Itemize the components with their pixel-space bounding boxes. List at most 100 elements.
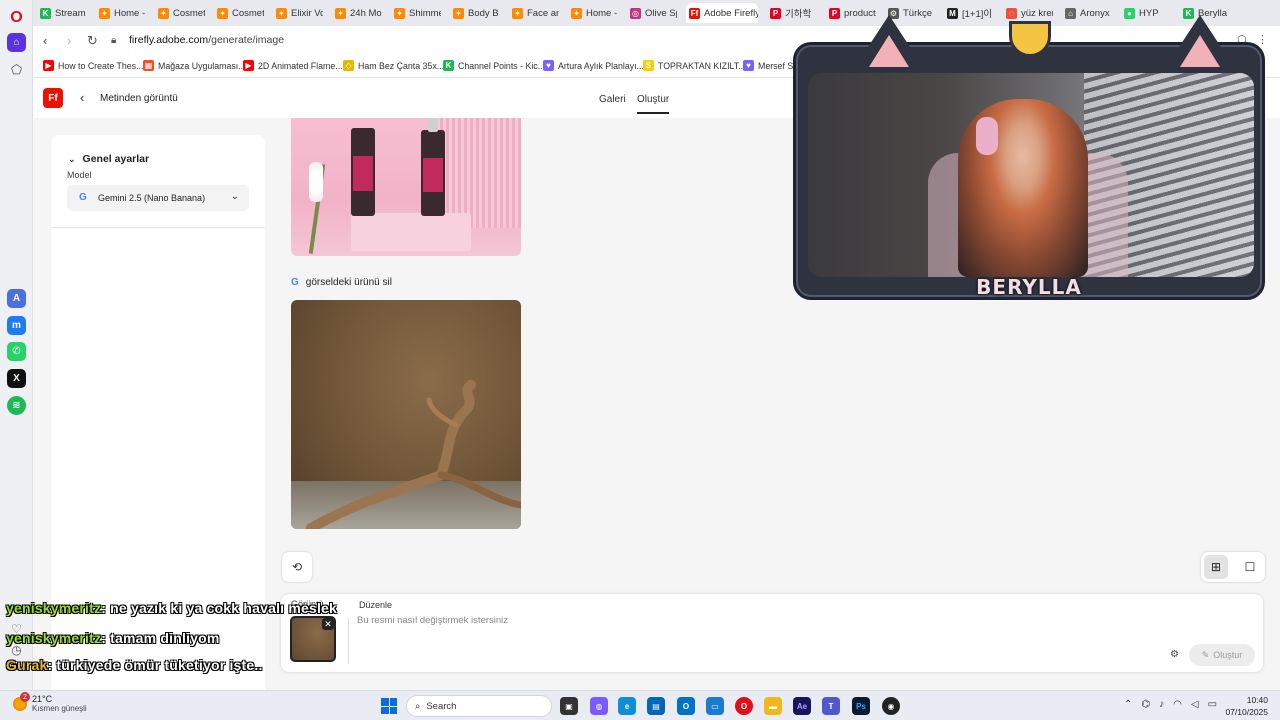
obs-icon[interactable]: ◉ <box>882 697 900 715</box>
close-icon[interactable]: ✕ <box>322 618 334 630</box>
photoshop-icon[interactable]: Ps <box>852 697 870 715</box>
page-title[interactable]: Metinden görüntü <box>100 93 178 104</box>
tab-strip: K Stream ✦ Home - ✦ Cosmet ✦ Cosmeti ✦ Elixir Vo ✦… <box>33 0 1280 26</box>
tab-label: Cosmet <box>173 7 205 19</box>
tab-favicon-icon: ◌ <box>1006 7 1017 19</box>
remote-desktop-icon[interactable]: ▭ <box>706 697 724 715</box>
menu-icon[interactable]: ⋮ <box>1257 33 1268 46</box>
browser-tab[interactable]: ⌂ Aronyx <box>1062 3 1112 23</box>
browser-tab[interactable]: ✦ Home - <box>96 3 146 23</box>
prompt-input[interactable] <box>357 611 957 629</box>
bookmark-favicon-icon: ▶ <box>43 60 54 71</box>
browser-tab[interactable]: ✦ Elixir Vo <box>273 3 323 23</box>
battery-icon[interactable]: ▭ <box>1208 699 1217 710</box>
browser-tab[interactable]: K Stream <box>37 3 87 23</box>
prompt-text: görseldeki ürünü sil <box>305 277 392 288</box>
generated-image-driftwood[interactable] <box>291 300 521 529</box>
whatsapp-icon[interactable]: ✆ <box>7 342 26 361</box>
tab-favicon-icon: ✦ <box>158 7 169 19</box>
x-icon[interactable]: X <box>7 369 26 388</box>
teams-icon[interactable]: T <box>822 697 840 715</box>
model-select[interactable]: G Gemini 2.5 (Nano Banana) ⌄ <box>67 185 249 211</box>
tab-favicon-icon: Ff <box>689 7 700 19</box>
edge-icon[interactable]: e <box>618 697 636 715</box>
url-field[interactable]: firefly.adobe.com/generate/image <box>129 34 284 46</box>
settings-icon[interactable]: ⚙ <box>1170 649 1179 660</box>
after-effects-icon[interactable]: Ae <box>793 697 811 715</box>
chat-username: yeniskymeritz <box>6 600 102 616</box>
bookmark-item[interactable]: ◇ Ham Bez Çanta 35x... <box>343 60 444 71</box>
browser-tab[interactable]: M [1+1]이 <box>944 3 994 23</box>
browser-tab[interactable]: Ff Adobe Firefly <box>686 3 758 23</box>
browser-tab[interactable]: ◌ yüz krem <box>1003 3 1053 23</box>
browser-tab[interactable]: ✦ 24h Mo <box>332 3 382 23</box>
messenger-icon[interactable]: m <box>7 316 26 335</box>
bookmark-item[interactable]: ▦ Mağaza Uygulaması... <box>143 60 246 71</box>
start-button[interactable] <box>381 698 397 714</box>
generated-image-product[interactable] <box>291 118 521 256</box>
chat-username: Gurak <box>6 657 48 673</box>
bookmark-item[interactable]: ▶ 2D Animated Flame... <box>243 60 343 71</box>
volume-icon[interactable]: ◁ <box>1191 699 1199 710</box>
copilot-icon[interactable]: ◍ <box>590 697 608 715</box>
opera-logo-icon[interactable]: O <box>7 8 26 27</box>
tab-favicon-icon: ✦ <box>453 7 464 19</box>
network-icon[interactable]: ⌬ <box>1141 699 1150 710</box>
wifi-icon[interactable]: ◠ <box>1173 699 1182 710</box>
single-view-button[interactable]: ☐ <box>1238 555 1262 579</box>
general-settings-toggle[interactable]: ⌄ Genel ayarlar <box>68 153 149 165</box>
browser-tab[interactable]: ✦ Face anc <box>509 3 559 23</box>
back-icon[interactable]: ‹ <box>43 33 47 48</box>
webcam-video <box>808 73 1254 277</box>
outlook-icon[interactable]: O <box>677 697 695 715</box>
opera-icon[interactable]: O <box>735 697 753 715</box>
tab-favicon-icon: ✦ <box>217 7 228 19</box>
tab-favicon-icon: ✦ <box>99 7 110 19</box>
chat-text: : tamam dinliyom <box>101 630 220 646</box>
chevron-up-icon[interactable]: ⌃ <box>1124 699 1132 710</box>
browser-tab[interactable]: ◎ Olive Sp <box>627 3 677 23</box>
tab-label: 24h Mo <box>350 7 382 19</box>
chevron-down-icon: ⌄ <box>68 153 76 164</box>
generate-button[interactable]: ✎ Oluştur <box>1189 644 1255 666</box>
browser-tab[interactable]: ✦ Shimme <box>391 3 441 23</box>
bookmark-item[interactable]: K Channel Points - Kic... <box>443 60 545 71</box>
tab-label: Shimme <box>409 7 441 19</box>
bookmark-favicon-icon: ▶ <box>243 60 254 71</box>
firefly-logo-icon[interactable]: Ff <box>43 88 63 108</box>
divider <box>348 618 349 664</box>
google-icon: G <box>79 192 87 203</box>
square-icon: ☐ <box>1244 560 1256 574</box>
browser-tab[interactable]: ✦ Home - <box>568 3 618 23</box>
aria-icon[interactable]: A <box>7 289 26 308</box>
spotify-icon[interactable]: ≋ <box>7 396 26 415</box>
forward-icon[interactable]: › <box>67 33 71 48</box>
store-icon[interactable]: ▤ <box>647 697 665 715</box>
microphone-icon[interactable]: ♪ <box>1159 699 1164 710</box>
task-view-icon[interactable]: ▣ <box>560 697 578 715</box>
pinboard-icon[interactable]: ⬠ <box>7 60 26 79</box>
url-host: firefly.adobe.com <box>129 34 209 46</box>
file-explorer-icon[interactable]: ▬ <box>764 697 782 715</box>
bookmark-favicon-icon: ♥ <box>543 60 554 71</box>
clock[interactable]: 10:40 07/10/2025 <box>1225 694 1268 718</box>
back-arrow-icon[interactable]: ‹ <box>80 90 84 105</box>
browser-tab[interactable]: ✦ Cosmet <box>155 3 205 23</box>
grid-view-button[interactable]: ⊞ <box>1204 555 1228 579</box>
bookmark-item[interactable]: ▶ How to Create Thes... <box>43 60 143 71</box>
bookmark-item[interactable]: S TOPRAKTAN KIZILT... <box>643 60 746 71</box>
home-icon[interactable]: ⌂ <box>7 33 26 52</box>
tab-gallery[interactable]: Galeri <box>599 94 626 105</box>
bookmark-item[interactable]: ♥ Artura Aylık Planlayı... <box>543 60 644 71</box>
tab-create[interactable]: Oluştur <box>637 94 670 114</box>
chat-username: yeniskymeritz <box>6 630 102 646</box>
tab-label: Cosmeti <box>232 7 264 19</box>
composer-edit-label: Düzenle <box>359 600 393 610</box>
sparkle-icon: ✎ <box>1201 649 1210 660</box>
reload-icon[interactable]: ↻ <box>87 33 98 49</box>
browser-tab[interactable]: ✦ Body B <box>450 3 500 23</box>
history-button[interactable]: ⟲ <box>282 552 312 582</box>
browser-tab[interactable]: ✦ Cosmeti <box>214 3 264 23</box>
browser-tab[interactable]: P 기하학 <box>767 3 817 23</box>
taskbar-search[interactable]: ⌕ Search <box>406 695 552 717</box>
